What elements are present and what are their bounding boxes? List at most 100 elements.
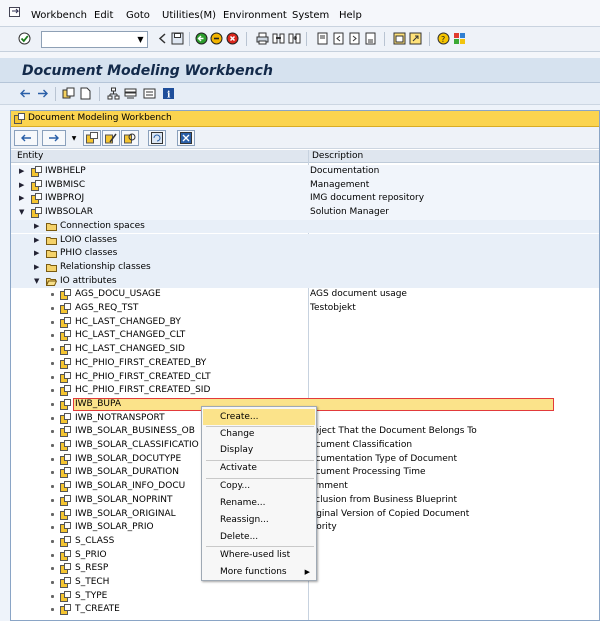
first-page-icon[interactable] <box>316 32 329 45</box>
collapse-arrow-icon[interactable]: ▼ <box>19 208 24 216</box>
expand-arrow-icon[interactable]: ▶ <box>19 181 24 189</box>
column-header-description[interactable]: Description <box>312 151 363 161</box>
tree-close-button[interactable] <box>177 130 195 146</box>
tree-row[interactable]: HC_PHIO_FIRST_CREATED_SID <box>11 384 599 398</box>
tree-row[interactable]: AGS_REQ_TST Testobjekt <box>11 302 599 316</box>
transport-icon[interactable] <box>124 87 137 100</box>
tree-node-label[interactable]: Connection spaces <box>60 221 145 231</box>
enter-icon[interactable] <box>18 32 31 45</box>
customize-layout-icon[interactable] <box>453 32 466 45</box>
menu-item-delete[interactable]: Delete... <box>203 529 315 545</box>
tree-node-label[interactable]: S_CLASS <box>75 536 114 546</box>
menu-item-more-functions[interactable]: More functions ▶ <box>203 564 315 580</box>
expand-arrow-icon[interactable]: ▶ <box>34 249 39 257</box>
menu-item-reassign[interactable]: Reassign... <box>203 512 315 528</box>
tree-forward-button[interactable] <box>42 130 66 146</box>
tree-node-label[interactable]: AGS_REQ_TST <box>75 303 138 313</box>
tree-node-label[interactable]: LOIO classes <box>60 235 117 245</box>
hierarchy-icon[interactable] <box>107 87 120 100</box>
tree-node-label[interactable]: IWB_SOLAR_BUSINESS_OB <box>75 426 195 436</box>
display-list-icon[interactable] <box>143 87 156 100</box>
chevron-down-icon[interactable]: ▼ <box>134 32 147 47</box>
help-icon[interactable]: ? <box>437 32 450 45</box>
new-document-icon[interactable] <box>79 87 92 100</box>
menu-goto[interactable]: Goto <box>126 10 150 22</box>
tree-node-label[interactable]: IWB_SOLAR_CLASSIFICATIO <box>75 440 199 450</box>
tree-node-label[interactable]: S_RESP <box>75 563 108 573</box>
menu-item-copy[interactable]: Copy... <box>203 478 315 494</box>
collapse-arrow-icon[interactable]: ▼ <box>34 277 39 285</box>
expand-arrow-icon[interactable]: ▶ <box>19 194 24 202</box>
tree-row[interactable]: ▼ IWBSOLAR Solution Manager <box>11 206 599 220</box>
last-page-icon[interactable] <box>364 32 377 45</box>
tree-node-label[interactable]: IWB_BUPA <box>75 399 121 409</box>
tree-node-label[interactable]: IWB_SOLAR_NOPRINT <box>75 495 173 505</box>
other-object-icon[interactable] <box>62 87 75 100</box>
tree-node-label[interactable]: IWB_SOLAR_PRIO <box>75 522 154 532</box>
menu-item-rename[interactable]: Rename... <box>203 495 315 511</box>
tree-row[interactable]: HC_PHIO_FIRST_CREATED_CLT <box>11 371 599 385</box>
tree-row[interactable]: ▶ Connection spaces <box>11 219 599 234</box>
tree-change-button[interactable] <box>102 130 120 146</box>
menu-system[interactable]: System <box>292 10 329 22</box>
tree-create-button[interactable] <box>83 130 101 146</box>
tree-node-label[interactable]: PHIO classes <box>60 248 117 258</box>
command-field[interactable]: ▼ <box>41 31 148 48</box>
menu-edit[interactable]: Edit <box>94 10 113 22</box>
tree-row[interactable]: AGS_DOCU_USAGE AGS document usage <box>11 288 599 302</box>
expand-arrow-icon[interactable]: ▶ <box>34 263 39 271</box>
tree-row[interactable]: S_TYPE <box>11 590 599 604</box>
tree-row[interactable]: HC_LAST_CHANGED_SID <box>11 343 599 357</box>
menu-environment[interactable]: Environment <box>223 10 287 22</box>
menu-item-change[interactable]: Change <box>203 426 315 442</box>
menu-item-create[interactable]: Create... <box>203 409 315 425</box>
menu-item-activate[interactable]: Activate <box>203 460 315 476</box>
back-arrow-icon[interactable] <box>19 87 32 100</box>
menu-item-where-used-list[interactable]: Where-used list <box>203 547 315 563</box>
tree-node-label[interactable]: IWBSOLAR <box>45 207 93 217</box>
menu-item-display[interactable]: Display <box>203 442 315 458</box>
tree-node-label[interactable]: IWBPROJ <box>45 193 84 203</box>
tree-node-label[interactable]: AGS_DOCU_USAGE <box>75 289 161 299</box>
tree-node-label[interactable]: HC_LAST_CHANGED_CLT <box>75 330 185 340</box>
menu-utilities[interactable]: Utilities(M) <box>162 10 216 22</box>
shortcut-icon[interactable] <box>409 32 422 45</box>
expand-arrow-icon[interactable]: ▶ <box>34 222 39 230</box>
tree-row[interactable]: ▼ IO attributes <box>11 274 599 289</box>
tree-row[interactable]: ▶ IWBPROJ IMG document repository <box>11 192 599 207</box>
tree-row[interactable]: ▶ Relationship classes <box>11 260 599 275</box>
tree-node-label[interactable]: IWB_SOLAR_DOCUTYPE <box>75 454 181 464</box>
app-menu-icon[interactable] <box>9 7 22 19</box>
back-icon[interactable] <box>195 32 208 45</box>
tree-node-label[interactable]: S_TYPE <box>75 591 107 601</box>
tree-node-label[interactable]: HC_LAST_CHANGED_BY <box>75 317 181 327</box>
next-page-icon[interactable] <box>348 32 361 45</box>
tree-node-label[interactable]: T_CREATE <box>75 604 120 614</box>
info-icon[interactable]: i <box>162 87 175 100</box>
tree-row[interactable]: HC_LAST_CHANGED_BY <box>11 316 599 330</box>
tree-node-label[interactable]: HC_PHIO_FIRST_CREATED_BY <box>75 358 206 368</box>
tree-toolbar-menu[interactable]: ▼ <box>70 130 78 146</box>
tree-node-label[interactable]: S_TECH <box>75 577 109 587</box>
find-next-icon[interactable] <box>288 32 301 45</box>
expand-arrow-icon[interactable]: ▶ <box>34 236 39 244</box>
tree-row[interactable]: HC_LAST_CHANGED_CLT <box>11 329 599 343</box>
print-icon[interactable] <box>256 32 269 45</box>
tree-node-label[interactable]: IWB_SOLAR_DURATION <box>75 467 179 477</box>
tree-row[interactable]: ▶ LOIO classes <box>11 233 599 248</box>
exit-icon[interactable] <box>210 32 223 45</box>
tree-row[interactable]: ▶ IWBHELP Documentation <box>11 165 599 179</box>
tree-node-label[interactable]: IWB_SOLAR_ORIGINAL <box>75 509 176 519</box>
menu-workbench[interactable]: Workbench <box>31 10 87 22</box>
tree-row[interactable]: T_CREATE <box>11 603 599 617</box>
tree-node-label[interactable]: HC_PHIO_FIRST_CREATED_CLT <box>75 372 211 382</box>
tree-node-label[interactable]: IWB_NOTRANSPORT <box>75 413 165 423</box>
tree-node-label[interactable]: HC_LAST_CHANGED_SID <box>75 344 185 354</box>
tree-row[interactable]: ▶ IWBMISC Management <box>11 178 599 193</box>
cancel-icon[interactable] <box>226 32 239 45</box>
menu-help[interactable]: Help <box>339 10 362 22</box>
tree-node-label[interactable]: IWB_SOLAR_INFO_DOCU <box>75 481 185 491</box>
back-arrow-icon[interactable] <box>156 32 169 45</box>
tree-row[interactable]: HC_PHIO_FIRST_CREATED_BY <box>11 357 599 371</box>
tree-node-label[interactable]: IWBHELP <box>45 166 86 176</box>
